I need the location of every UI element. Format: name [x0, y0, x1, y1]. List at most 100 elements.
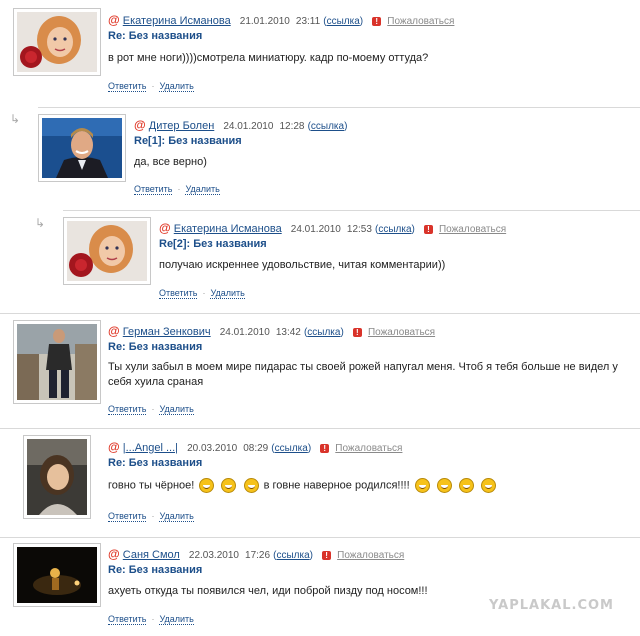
comment-title: Re[1]: Без названия	[134, 135, 242, 147]
separator: ·	[151, 511, 155, 521]
comment-title: Re: Без названия	[108, 341, 203, 353]
complain-link[interactable]: Пожаловаться	[387, 16, 454, 27]
comment-text: Ты хули забыл в моем мире пидарас ты сво…	[108, 361, 618, 388]
separator: ·	[177, 184, 181, 194]
laughing-smiley-icon	[199, 478, 215, 493]
laughing-smiley-icon	[243, 478, 259, 493]
author-link[interactable]: Дитер Болен	[149, 120, 215, 132]
laughing-smiley-icon	[436, 478, 452, 493]
comment-reply: ↳ @ Екатерина Исманова 24.01.2010 12:53 …	[35, 210, 640, 307]
laughing-smiley-icon	[458, 478, 474, 493]
comment-date: 24.01.2010	[219, 327, 270, 338]
comment-title: Re: Без названия	[108, 30, 203, 42]
comment-text: да, все верно)	[134, 156, 207, 168]
reply-arrow-icon: ↳	[10, 112, 21, 126]
comment: @ Саня Смол 22.03.2010 17:26 (ссылка) ! …	[0, 537, 640, 636]
at-icon: @	[108, 440, 120, 454]
laughing-smiley-icon	[221, 478, 237, 493]
delete-link[interactable]: Удалить	[210, 288, 245, 299]
comment-reply: ↳ @ Дитер Болен 24.01.2010 12:28 (ссылка…	[10, 107, 640, 204]
comment: @ Екатерина Исманова 21.01.2010 23:11 (с…	[0, 0, 640, 100]
warning-icon: !	[352, 327, 362, 337]
comment-date: 24.01.2010	[290, 224, 341, 235]
at-icon: @	[159, 221, 171, 235]
avatar[interactable]	[13, 543, 101, 607]
avatar[interactable]	[63, 217, 151, 285]
comment-date: 22.03.2010	[188, 550, 239, 561]
woman-with-rose-image	[67, 221, 147, 281]
permalink[interactable]: (ссылка)	[323, 16, 363, 27]
avatar[interactable]	[13, 320, 101, 404]
girl-portrait-image	[27, 439, 87, 515]
complain-link[interactable]: Пожаловаться	[439, 224, 506, 235]
comment: @ Герман Зенкович 24.01.2010 13:42 (ссыл…	[0, 313, 640, 422]
warning-icon: !	[372, 16, 382, 26]
laughing-smiley-icon	[414, 478, 430, 493]
at-icon: @	[134, 118, 146, 132]
author-link[interactable]: Екатерина Исманова	[123, 15, 231, 27]
comment-date: 21.01.2010	[239, 16, 290, 27]
author-link[interactable]: |...Angel ...|	[123, 442, 178, 454]
avatar[interactable]	[13, 8, 101, 76]
author-link[interactable]: Саня Смол	[123, 549, 180, 561]
warning-icon: !	[322, 550, 332, 560]
comment: @ |...Angel ...| 20.03.2010 08:29 (ссылк…	[0, 428, 640, 533]
laughing-smiley-icon	[480, 478, 496, 493]
complain-link[interactable]: Пожаловаться	[337, 550, 404, 561]
man-standing-image	[17, 324, 97, 400]
delete-link[interactable]: Удалить	[185, 184, 220, 195]
separator: ·	[151, 404, 155, 414]
comment-text: в рот мне ноги))))смотрела миниатюру. ка…	[108, 52, 429, 64]
comment-time: 08:29	[243, 443, 269, 454]
permalink[interactable]: (ссылка)	[375, 224, 415, 235]
reply-link[interactable]: Ответить	[108, 614, 147, 625]
at-icon: @	[108, 547, 120, 561]
comment-text: получаю искреннее удовольствие, читая ко…	[159, 259, 446, 271]
separator: ·	[202, 288, 206, 298]
reply-link[interactable]: Ответить	[108, 81, 147, 92]
man-in-suit-image	[42, 118, 122, 178]
separator: ·	[151, 81, 155, 91]
avatar[interactable]	[38, 114, 126, 182]
permalink[interactable]: (ссылка)	[308, 121, 348, 132]
separator: ·	[151, 614, 155, 624]
reply-link[interactable]: Ответить	[134, 184, 173, 195]
reply-link[interactable]: Ответить	[108, 511, 147, 522]
delete-link[interactable]: Удалить	[159, 614, 194, 625]
comment-time: 12:53	[346, 224, 372, 235]
comment-time: 23:11	[295, 16, 321, 27]
comment-text-part: в говне наверное родился!!!!	[263, 479, 410, 492]
reply-arrow-icon: ↳	[35, 216, 46, 230]
avatar[interactable]	[23, 435, 91, 519]
comment-title: Re: Без названия	[108, 457, 203, 469]
author-link[interactable]: Герман Зенкович	[123, 326, 211, 338]
comment-title: Re[2]: Без названия	[159, 238, 267, 250]
watermark: YAPLAKAL.COM	[489, 598, 614, 613]
author-link[interactable]: Екатерина Исманова	[174, 223, 282, 235]
at-icon: @	[108, 13, 120, 27]
comment-time: 17:26	[245, 550, 271, 561]
delete-link[interactable]: Удалить	[159, 81, 194, 92]
complain-link[interactable]: Пожаловаться	[335, 443, 402, 454]
woman-with-rose-image	[17, 12, 97, 72]
delete-link[interactable]: Удалить	[159, 511, 194, 522]
comment-date: 20.03.2010	[187, 443, 238, 454]
dark-night-photo-image	[17, 547, 97, 603]
comment-date: 24.01.2010	[223, 121, 274, 132]
comment-text: ахуеть откуда ты появился чел, иди побро…	[108, 585, 428, 597]
permalink[interactable]: (ссылка)	[271, 443, 311, 454]
comment-text-part: говно ты чёрное!	[108, 479, 195, 492]
at-icon: @	[108, 324, 120, 338]
comment-time: 13:42	[275, 327, 301, 338]
delete-link[interactable]: Удалить	[159, 404, 194, 415]
permalink[interactable]: (ссылка)	[304, 327, 344, 338]
comment-title: Re: Без названия	[108, 564, 203, 576]
complain-link[interactable]: Пожаловаться	[368, 327, 435, 338]
comment-text: говно ты чёрное! в говне наверное родилс…	[108, 478, 498, 493]
warning-icon: !	[423, 224, 433, 234]
warning-icon: !	[320, 443, 330, 453]
permalink[interactable]: (ссылка)	[273, 550, 313, 561]
comment-time: 12:28	[279, 121, 305, 132]
reply-link[interactable]: Ответить	[159, 288, 198, 299]
reply-link[interactable]: Ответить	[108, 404, 147, 415]
